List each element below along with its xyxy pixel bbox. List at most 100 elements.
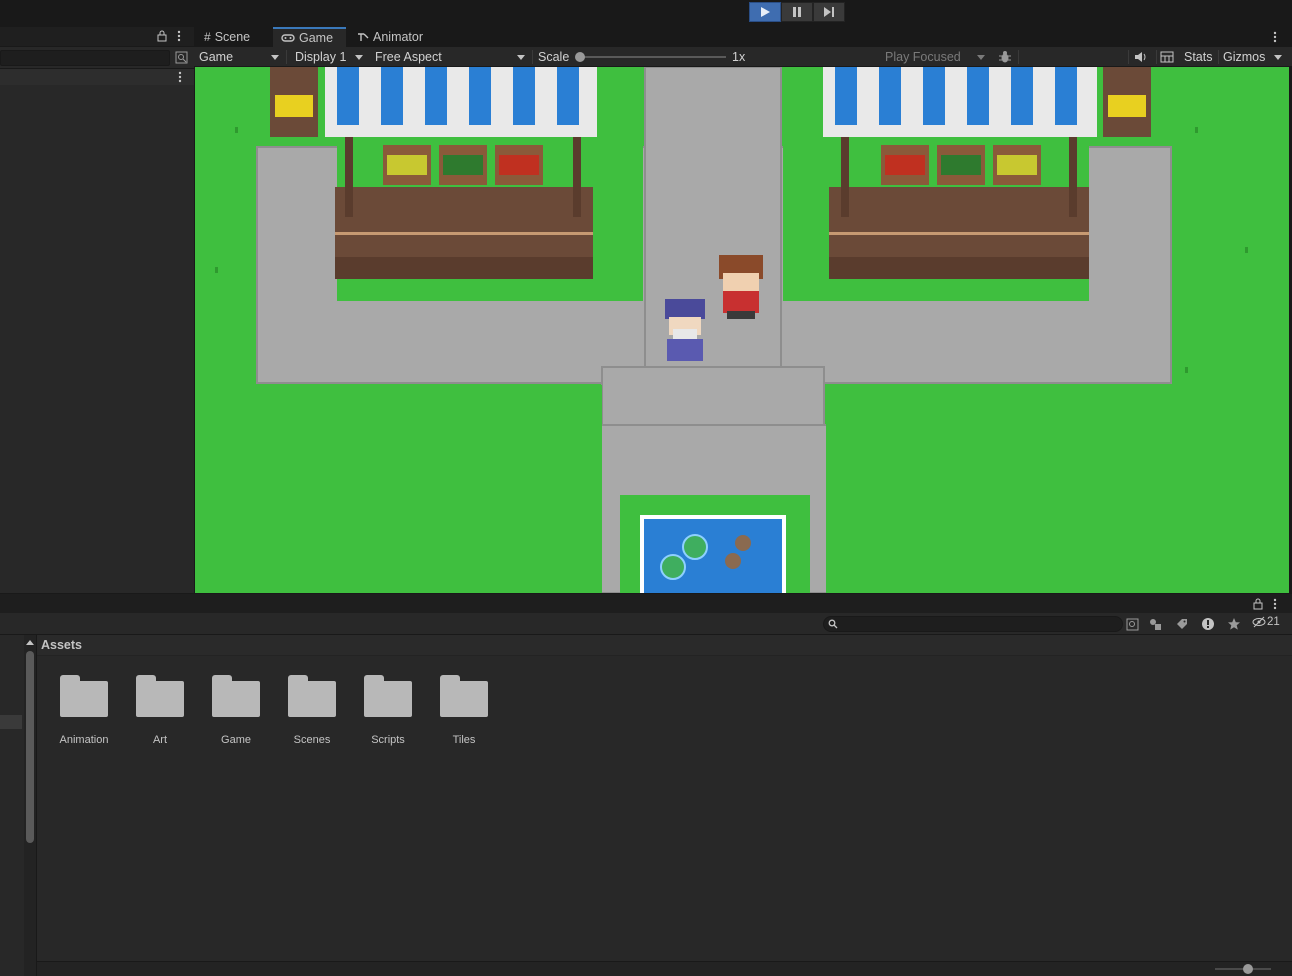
gamepad-icon: [281, 34, 295, 42]
slider-handle[interactable]: [575, 52, 585, 62]
folder-label: Tiles: [452, 734, 476, 746]
tab-animator[interactable]: Animator: [349, 27, 431, 47]
folder-icon: [136, 675, 184, 717]
pond: [640, 515, 786, 593]
divider: [1218, 50, 1219, 64]
star-icon: [1228, 618, 1240, 630]
divider: [1156, 50, 1157, 64]
aspect-grid-icon[interactable]: [1160, 51, 1174, 63]
hierarchy-scene-row[interactable]: [0, 69, 194, 85]
chevron-down-icon[interactable]: [1274, 55, 1282, 60]
bug-icon[interactable]: [998, 50, 1012, 64]
warning-icon: [1202, 618, 1214, 630]
search-by-type-icon[interactable]: [175, 51, 188, 64]
chevron-down-icon: [517, 54, 525, 60]
scale-slider[interactable]: [575, 52, 726, 62]
search-icon: [828, 619, 838, 629]
folder-label: Game: [221, 734, 251, 746]
folder-item[interactable]: Scripts: [362, 675, 414, 746]
hierarchy-header: [0, 27, 194, 47]
hierarchy-search-input[interactable]: [0, 50, 170, 66]
view-mode-dropdown[interactable]: Game: [194, 48, 284, 66]
tag-icon: [1177, 619, 1187, 629]
kebab-menu-icon[interactable]: [176, 30, 182, 42]
dropdown-value: Game: [199, 50, 234, 64]
play-mode-dropdown[interactable]: Play Focused: [880, 48, 990, 66]
main-toolbar: [0, 0, 1292, 27]
game-viewport[interactable]: [195, 67, 1289, 593]
hero-character: [719, 255, 763, 319]
folder-label: Animation: [59, 734, 109, 746]
chevron-down-icon: [271, 54, 279, 60]
step-icon: [824, 7, 834, 17]
stats-button[interactable]: Stats: [1184, 50, 1213, 64]
search-by-type-icon: [1126, 618, 1138, 630]
lock-icon[interactable]: [1253, 598, 1263, 610]
pause-button[interactable]: [781, 2, 813, 22]
game-view-toolbar: Game Display 1 Free Aspect Scale 1x Play…: [194, 47, 1292, 67]
chevron-down-icon: [977, 54, 985, 60]
tab-scene[interactable]: # Scene: [196, 27, 258, 47]
project-search-input[interactable]: [823, 616, 1123, 632]
divider: [532, 50, 533, 64]
chevron-up-icon[interactable]: [26, 639, 34, 645]
divider: [1018, 50, 1019, 64]
hierarchy-search-row: [0, 48, 194, 68]
eye-slash-icon: [1252, 616, 1266, 628]
folder-item[interactable]: Tiles: [438, 675, 490, 746]
slider-handle[interactable]: [1243, 964, 1253, 974]
wizard-character: [665, 299, 705, 361]
scale-label: Scale: [538, 50, 570, 64]
folder-icon: [60, 675, 108, 717]
kebab-menu-icon[interactable]: [177, 71, 183, 83]
divider: [1128, 50, 1129, 64]
tree-item-selected[interactable]: [0, 715, 22, 729]
tab-label: Scene: [214, 30, 251, 44]
folder-icon: [212, 675, 260, 717]
play-button[interactable]: [749, 2, 781, 22]
log-types-button[interactable]: [1197, 615, 1219, 633]
tab-label: Game: [299, 31, 334, 45]
favorites-button[interactable]: [1223, 615, 1245, 633]
tree-scrollbar[interactable]: [24, 635, 36, 976]
folder-icon: [364, 675, 412, 717]
scrollbar-thumb[interactable]: [26, 651, 34, 843]
folder-label: Scenes: [293, 734, 331, 746]
icon-size-slider[interactable]: [1215, 964, 1271, 974]
game-scene: [195, 67, 1289, 593]
project-folder-tree: [0, 635, 37, 976]
folder-item[interactable]: Game: [210, 675, 262, 746]
audio-icon[interactable]: [1134, 51, 1147, 63]
play-icon: [761, 7, 770, 17]
animator-icon: [358, 33, 369, 41]
kebab-menu-icon[interactable]: [1272, 31, 1278, 43]
folder-item[interactable]: Scenes: [286, 675, 338, 746]
lock-icon[interactable]: [157, 30, 167, 42]
folder-icon: [440, 675, 488, 717]
filter-by-type-button[interactable]: [1145, 615, 1167, 633]
breadcrumb-item-assets[interactable]: Assets: [41, 638, 82, 652]
project-toolbar: 21: [0, 613, 1292, 635]
dropdown-value: Free Aspect: [375, 50, 442, 64]
tab-game[interactable]: Game: [273, 27, 346, 47]
dropdown-value: Display 1: [295, 50, 347, 64]
gizmos-button[interactable]: Gizmos: [1223, 50, 1265, 64]
pause-icon: [793, 7, 801, 17]
display-dropdown[interactable]: Display 1: [290, 48, 368, 66]
shapes-icon: [1150, 618, 1161, 630]
aspect-dropdown[interactable]: Free Aspect: [370, 48, 530, 66]
tab-label: Animator: [373, 30, 424, 44]
filter-by-label-button[interactable]: [1171, 615, 1193, 633]
search-by-type-button[interactable]: [1121, 615, 1143, 633]
folder-icon: [288, 675, 336, 717]
folder-item[interactable]: Animation: [58, 675, 110, 746]
hidden-packages-toggle[interactable]: 21: [1252, 616, 1280, 628]
view-tab-bar: # Scene Game Animator: [194, 27, 1292, 47]
project-footer: [37, 961, 1292, 976]
project-panel-header: [0, 593, 1292, 613]
kebab-menu-icon[interactable]: [1272, 598, 1278, 610]
scale-value: 1x: [732, 50, 746, 64]
folder-item[interactable]: Art: [134, 675, 186, 746]
dropdown-value: Play Focused: [885, 50, 961, 64]
step-button[interactable]: [813, 2, 845, 22]
